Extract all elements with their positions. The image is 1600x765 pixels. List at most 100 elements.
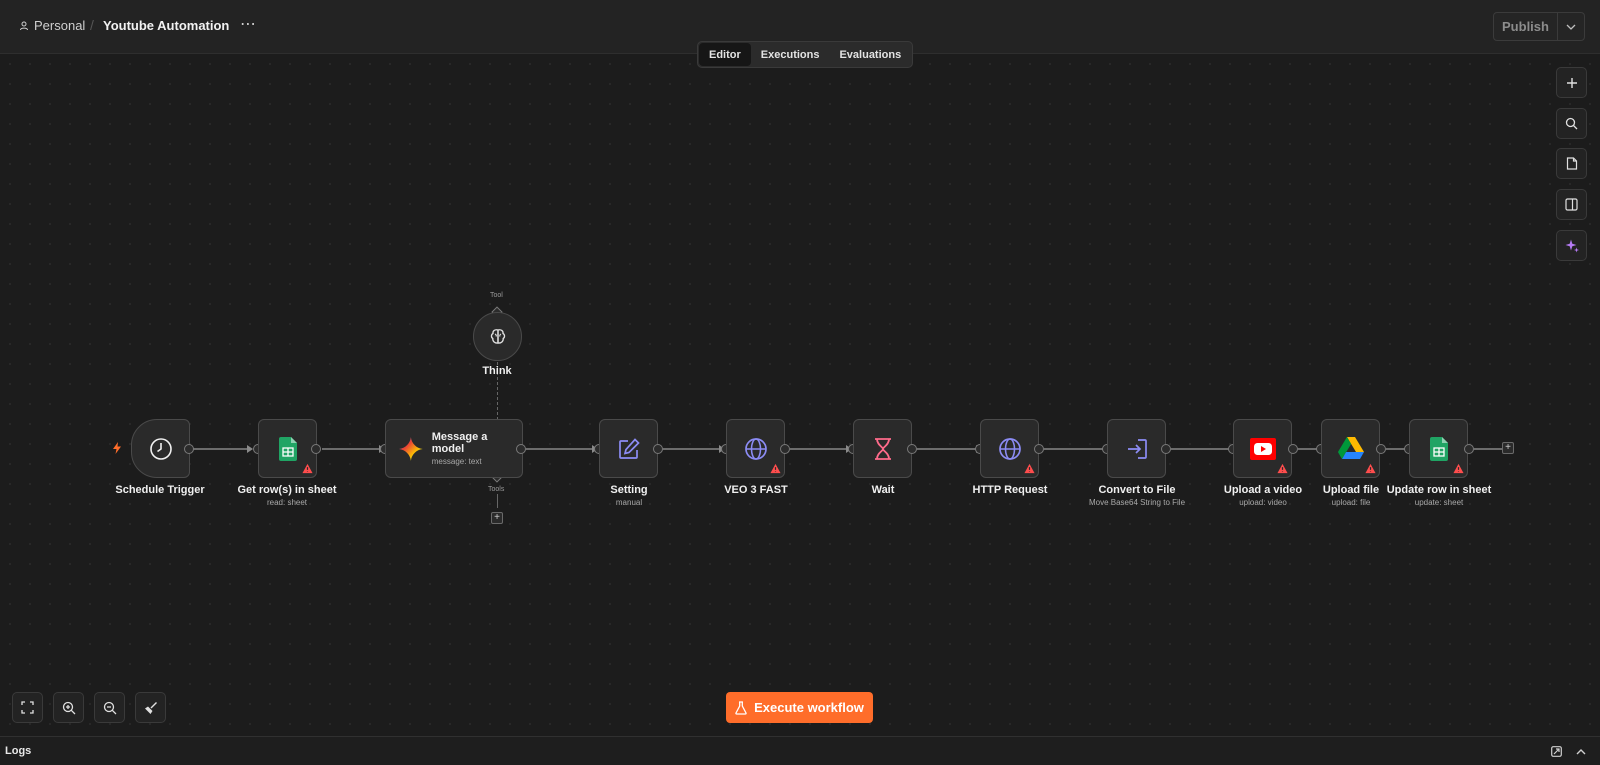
tab-executions[interactable]: Executions [751, 43, 830, 66]
node-schedule-trigger[interactable] [131, 419, 190, 478]
globe-icon [744, 437, 767, 460]
node-http-request[interactable] [980, 419, 1039, 478]
logs-panel-bar[interactable]: Logs [0, 736, 1600, 765]
publish-options-button[interactable] [1558, 13, 1584, 40]
logs-label: Logs [5, 745, 32, 757]
hourglass-icon [874, 437, 891, 460]
execute-workflow-label: Execute workflow [754, 700, 864, 715]
sidebar-panel-icon [1565, 198, 1578, 211]
google-sheets-icon [1429, 436, 1448, 461]
output-port[interactable] [184, 444, 194, 454]
clock-icon [149, 437, 172, 460]
google-drive-icon [1337, 437, 1364, 459]
toggle-panel-button[interactable] [1556, 189, 1587, 220]
connection-line [917, 448, 980, 450]
node-veo-3-fast[interactable] [726, 419, 785, 478]
output-port[interactable] [1288, 444, 1298, 454]
flask-icon [735, 700, 747, 715]
node-update-row-label: Update row in sheet [1386, 484, 1492, 496]
node-get-rows[interactable] [258, 419, 317, 478]
view-tabs: Editor Executions Evaluations [697, 41, 914, 68]
breadcrumb-separator: / [90, 17, 94, 33]
node-get-rows-label: Get row(s) in sheet [237, 484, 337, 496]
output-port[interactable] [1376, 444, 1386, 454]
ai-assistant-button[interactable] [1556, 230, 1587, 261]
connection-line [322, 448, 383, 450]
more-options-button[interactable]: ⋯ [240, 14, 257, 34]
output-port[interactable] [1034, 444, 1044, 454]
zoom-out-icon [103, 701, 116, 714]
node-upload-file[interactable] [1321, 419, 1380, 478]
output-port[interactable] [653, 444, 663, 454]
zoom-out-button[interactable] [94, 692, 125, 723]
output-port[interactable] [1161, 444, 1171, 454]
connection-line [663, 448, 723, 450]
sparkle-icon [1565, 239, 1579, 252]
tools-connection-line [497, 494, 498, 508]
user-icon [20, 21, 28, 30]
node-message-model-text: Message a model message: text [432, 431, 522, 466]
publish-button[interactable]: Publish [1494, 13, 1558, 40]
broom-icon [144, 701, 157, 714]
node-setting[interactable] [599, 419, 658, 478]
note-icon [1566, 157, 1577, 170]
node-get-rows-sublabel: read: sheet [266, 498, 308, 507]
node-think-label: Think [482, 365, 512, 377]
node-message-model[interactable]: Message a model message: text [385, 419, 523, 478]
connection-line [790, 448, 850, 450]
search-nodes-button[interactable] [1556, 108, 1587, 139]
tools-port-label: Tools [488, 486, 505, 493]
add-tool-button[interactable]: + [491, 512, 503, 524]
node-setting-sublabel: manual [615, 498, 643, 507]
warning-icon [1277, 463, 1288, 474]
workflow-canvas[interactable] [0, 54, 1600, 736]
sticky-note-button[interactable] [1556, 148, 1587, 179]
warning-icon [302, 463, 313, 474]
globe-icon [998, 437, 1021, 460]
youtube-icon [1249, 437, 1276, 460]
edit-icon [618, 437, 640, 459]
gemini-icon [398, 436, 423, 461]
breadcrumb-personal[interactable]: Personal [19, 18, 85, 33]
node-think[interactable] [473, 312, 522, 361]
connection-line [1474, 448, 1504, 450]
connection-line [193, 448, 251, 450]
warning-icon [1453, 463, 1464, 474]
output-port[interactable] [907, 444, 917, 454]
warning-icon [770, 463, 781, 474]
node-wait[interactable] [853, 419, 912, 478]
add-next-node-button[interactable]: + [1502, 442, 1514, 454]
tab-evaluations[interactable]: Evaluations [829, 43, 911, 66]
search-icon [1565, 117, 1578, 130]
warning-icon [1024, 463, 1035, 474]
output-port[interactable] [780, 444, 790, 454]
chevron-down-icon [1566, 24, 1576, 30]
brain-icon [490, 328, 505, 344]
output-port[interactable] [516, 444, 526, 454]
fit-view-icon [21, 701, 34, 714]
chevron-up-icon[interactable] [1576, 748, 1586, 755]
connection-line [1171, 448, 1234, 450]
node-update-row-sublabel: update: sheet [1414, 498, 1464, 507]
warning-icon [1365, 463, 1376, 474]
google-sheets-icon [278, 436, 297, 461]
think-tool-port-label: Tool [490, 292, 503, 299]
connection-line [1044, 448, 1108, 450]
pop-out-icon[interactable] [1551, 746, 1562, 757]
fit-view-button[interactable] [12, 692, 43, 723]
output-port[interactable] [311, 444, 321, 454]
file-import-icon [1127, 438, 1147, 459]
zoom-in-button[interactable] [53, 692, 84, 723]
workflow-title[interactable]: Youtube Automation [103, 18, 229, 33]
node-message-model-label: Message a model [431, 431, 488, 455]
execute-workflow-button[interactable]: Execute workflow [726, 692, 873, 723]
tab-editor[interactable]: Editor [699, 43, 751, 66]
node-upload-video[interactable] [1233, 419, 1292, 478]
node-update-row[interactable] [1409, 419, 1468, 478]
node-convert-to-file[interactable] [1107, 419, 1166, 478]
tidy-up-button[interactable] [135, 692, 166, 723]
add-node-button[interactable] [1556, 67, 1587, 98]
output-port[interactable] [1464, 444, 1474, 454]
plus-icon [1566, 77, 1577, 88]
breadcrumb-personal-label: Personal [34, 18, 86, 33]
